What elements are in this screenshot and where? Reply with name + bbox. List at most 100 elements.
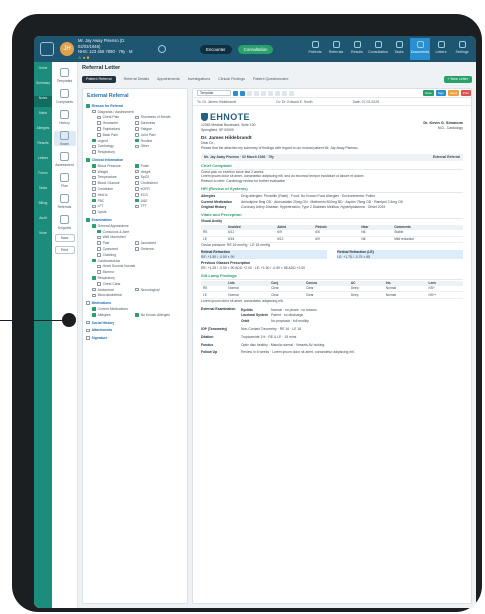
checkbox[interactable]	[97, 241, 101, 246]
recipient-field[interactable]: To: Dr. James Hildebrandt	[197, 100, 236, 104]
checkbox[interactable]	[92, 169, 96, 174]
cc-field[interactable]: Cc: Dr. Edward E. Smith	[276, 100, 313, 104]
bold-icon[interactable]	[233, 90, 238, 96]
checkbox[interactable]	[86, 218, 90, 222]
form-row-option[interactable]: Pulse	[135, 164, 149, 168]
left-nav-audit[interactable]: Audit	[34, 216, 52, 227]
consultation-pill[interactable]: Consultation	[237, 44, 274, 54]
form-row[interactable]: Allergies No Known Allergies	[83, 312, 187, 318]
send-button[interactable]: Send	[447, 90, 459, 96]
left-nav-home[interactable]: Home	[34, 66, 52, 77]
app-logo-icon[interactable]	[40, 42, 54, 56]
form-row-option[interactable]: ECG	[135, 193, 148, 197]
checkbox[interactable]	[92, 181, 96, 186]
encounter-pill[interactable]: Encounter	[200, 44, 232, 54]
italic-icon[interactable]	[240, 90, 245, 96]
save-button[interactable]: Save	[54, 234, 75, 242]
checkbox[interactable]	[135, 287, 139, 292]
checkbox[interactable]	[135, 175, 139, 180]
print-button[interactable]: Print	[460, 90, 471, 96]
checkbox[interactable]	[135, 169, 139, 174]
tab-clinical-findings[interactable]: Clinical Findings	[218, 74, 245, 85]
left-nav-letters[interactable]: Letters	[34, 156, 52, 167]
checkbox[interactable]	[97, 270, 101, 274]
left-nav-meds[interactable]: Meds	[34, 111, 52, 122]
checkbox[interactable]	[92, 276, 96, 280]
top-nav-results[interactable]: Results	[347, 38, 367, 60]
checkbox[interactable]	[92, 224, 96, 228]
form-row-option[interactable]: Fatigue	[135, 127, 152, 131]
top-nav-documents[interactable]: Documents	[410, 38, 430, 60]
checkbox[interactable]	[135, 133, 139, 137]
left-nav-tasks[interactable]: Tasks	[34, 186, 52, 197]
new-letter-button[interactable]: + New Letter	[443, 76, 472, 83]
form-row-option[interactable]: U&E	[135, 199, 148, 203]
indent-icon[interactable]	[261, 90, 266, 96]
form-row-option[interactable]: Routine	[135, 139, 152, 143]
form-row-option[interactable]: Oedema	[135, 247, 154, 251]
checkbox[interactable]	[92, 138, 96, 143]
checkbox[interactable]	[97, 133, 101, 137]
section-nav-exam[interactable]: Exam	[53, 131, 76, 146]
checkbox[interactable]	[135, 241, 139, 246]
patient-banner[interactable]: Mr. Jay Away Pisenso (D. 02/03/1946) NHS…	[78, 38, 148, 60]
left-nav-results[interactable]: Results	[34, 141, 52, 152]
save-button[interactable]: Save	[422, 90, 434, 96]
checkbox[interactable]	[92, 198, 96, 203]
form-row-option[interactable]: Jaundiced	[135, 241, 156, 245]
checkbox[interactable]	[97, 253, 101, 257]
top-nav-patients[interactable]: Patients	[305, 38, 325, 60]
section-nav-referrals[interactable]: Referrals	[54, 194, 76, 209]
left-nav-forms[interactable]: Forms	[34, 171, 52, 182]
section-nav-plan[interactable]: Plan	[54, 173, 76, 188]
checkbox[interactable]	[135, 198, 139, 203]
form-row-option[interactable]: Height	[135, 170, 150, 174]
link-icon[interactable]	[275, 90, 280, 96]
section-nav-snippets[interactable]: Snippets	[54, 215, 76, 230]
checkbox[interactable]	[135, 138, 139, 143]
checkbox[interactable]	[135, 115, 139, 120]
checkbox[interactable]	[135, 127, 139, 131]
checkbox[interactable]	[135, 193, 139, 197]
form-row-option[interactable]: Other	[135, 144, 149, 148]
checkbox[interactable]	[135, 247, 139, 251]
tab-investigations[interactable]: Investigations	[188, 74, 211, 85]
checkbox[interactable]	[97, 247, 101, 251]
checkbox[interactable]	[86, 328, 90, 333]
checkbox[interactable]	[97, 127, 101, 131]
left-nav-summary[interactable]: Summary	[34, 81, 52, 92]
top-nav-settings[interactable]: Settings	[452, 38, 472, 60]
checkbox[interactable]	[135, 312, 139, 317]
form-row[interactable]: Social History	[83, 320, 187, 326]
checkbox[interactable]	[97, 264, 101, 269]
form-row-option[interactable]: Dizziness	[135, 121, 155, 125]
checkbox[interactable]	[92, 164, 96, 168]
top-nav-referrals[interactable]: Referrals	[326, 38, 346, 60]
checkbox[interactable]	[97, 235, 101, 240]
checkbox[interactable]	[92, 109, 96, 114]
template-select[interactable]: Template	[197, 90, 231, 96]
left-nav-more[interactable]: More	[34, 231, 52, 242]
search-icon[interactable]	[158, 45, 166, 53]
section-nav-templates[interactable]: Templates	[54, 68, 76, 83]
form-row-option[interactable]: SpO2	[135, 175, 149, 179]
form-row-option[interactable]: Joint Pain	[135, 133, 155, 137]
form-row[interactable]: Signature	[83, 335, 187, 341]
tab-referral-details[interactable]: Referral Details	[124, 74, 149, 85]
checkbox[interactable]	[92, 144, 96, 149]
checkbox[interactable]	[92, 150, 96, 155]
checkbox[interactable]	[135, 204, 139, 209]
form-row[interactable]: Attachments	[83, 327, 187, 333]
checkbox[interactable]	[92, 210, 96, 215]
left-nav-notes[interactable]: Notes	[34, 96, 52, 107]
form-row-option[interactable]: eGFR	[135, 187, 150, 191]
form-row[interactable]: Musculoskeletal	[83, 293, 187, 299]
checkbox[interactable]	[92, 204, 96, 209]
patient-avatar[interactable]: JH	[60, 42, 74, 56]
checkbox[interactable]	[135, 181, 139, 186]
sign-button[interactable]: Sign	[435, 90, 446, 96]
tab-patient-questionnaire[interactable]: Patient Questionnaire	[253, 74, 288, 85]
checkbox[interactable]	[92, 193, 96, 197]
checkbox[interactable]	[92, 187, 96, 191]
top-nav-tasks[interactable]: Tasks	[389, 38, 409, 60]
